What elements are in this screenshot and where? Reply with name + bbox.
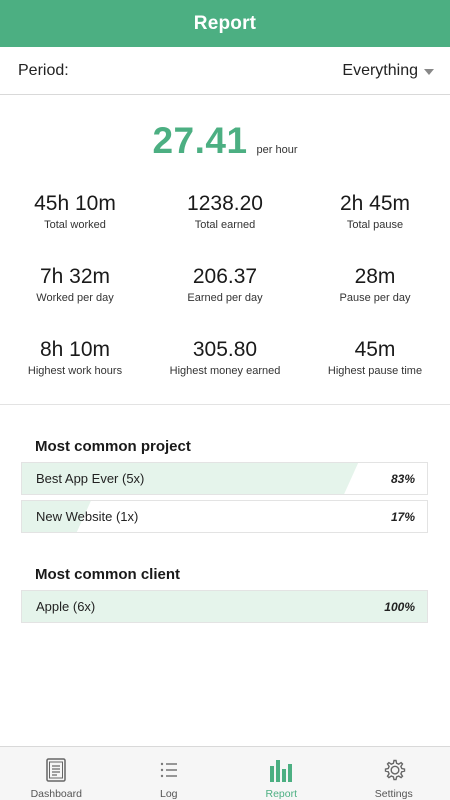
period-dropdown-value: Everything (342, 61, 418, 79)
stat-label: Pause per day (339, 292, 411, 304)
stat-total-worked: 45h 10m Total worked (0, 192, 150, 265)
stat-value: 305.80 (192, 338, 258, 361)
gear-icon (380, 756, 408, 784)
nav-item-log[interactable]: Log (113, 747, 226, 800)
period-dropdown[interactable]: Everything (342, 62, 434, 80)
stats-row: 45h 10m Total worked 1238.20 Total earne… (0, 192, 450, 265)
stat-earned-per-day: 206.37 Earned per day (150, 265, 300, 338)
client-bar-label: Apple (6x) (36, 599, 96, 614)
list-icon (155, 756, 183, 784)
stat-label: Highest money earned (169, 365, 281, 377)
stats-grid: 45h 10m Total worked 1238.20 Total earne… (0, 192, 450, 411)
section-divider (0, 404, 450, 405)
project-bar-percent: 17% (390, 509, 415, 524)
nav-item-report[interactable]: Report (225, 747, 338, 800)
period-label: Period: (18, 61, 69, 79)
bottom-nav: Dashboard Log Report Settings (0, 746, 450, 800)
stat-value: 2h 45m (339, 192, 411, 215)
stat-pause-per-day: 28m Pause per day (300, 265, 450, 338)
most-common-client-title: Most common client (35, 566, 181, 583)
stat-value: 45h 10m (34, 192, 116, 215)
hourly-rate-value: 27.41 (152, 120, 248, 161)
stat-total-earned: 1238.20 Total earned (150, 192, 300, 265)
stat-total-pause: 2h 45m Total pause (300, 192, 450, 265)
page-title: Report (193, 12, 257, 34)
period-row: Period: Everything (0, 47, 450, 95)
nav-label: Settings (374, 788, 413, 800)
caret-down-icon (424, 68, 434, 75)
client-bar-percent: 100% (384, 599, 415, 614)
stat-value: 1238.20 (187, 192, 263, 215)
hourly-rate: 27.41 per hour (0, 122, 450, 159)
nav-item-dashboard[interactable]: Dashboard (0, 747, 113, 800)
bar-chart-icon (267, 756, 295, 784)
project-bar-label: Best App Ever (5x) (36, 471, 145, 486)
stat-value: 28m (354, 265, 396, 288)
most-common-project-title: Most common project (35, 438, 191, 455)
stats-row: 7h 32m Worked per day 206.37 Earned per … (0, 265, 450, 338)
stat-label: Total pause (346, 219, 404, 231)
stat-label: Worked per day (36, 292, 114, 304)
stat-label: Earned per day (187, 292, 263, 304)
stat-label: Highest work hours (27, 365, 123, 377)
stat-highest-pause-time: 45m Highest pause time (300, 338, 450, 411)
app-bar: Report (0, 0, 450, 47)
project-bar-row[interactable]: New Website (1x) 17% (21, 500, 428, 533)
project-bar-percent: 83% (390, 471, 415, 486)
stat-value: 7h 32m (39, 265, 111, 288)
nav-label: Log (159, 788, 178, 800)
client-bar-row[interactable]: Apple (6x) 100% (21, 590, 428, 623)
stat-value: 206.37 (192, 265, 258, 288)
stat-highest-money-earned: 305.80 Highest money earned (150, 338, 300, 411)
nav-item-settings[interactable]: Settings (338, 747, 450, 800)
nav-label: Report (265, 788, 297, 800)
stat-label: Highest pause time (327, 365, 423, 377)
stat-value: 8h 10m (39, 338, 111, 361)
stat-worked-per-day: 7h 32m Worked per day (0, 265, 150, 338)
dashboard-icon (42, 756, 70, 784)
project-bar-label: New Website (1x) (36, 509, 139, 524)
nav-label: Dashboard (30, 788, 82, 800)
hourly-rate-unit: per hour (256, 144, 298, 156)
stat-label: Total worked (44, 219, 106, 231)
stat-highest-work-hours: 8h 10m Highest work hours (0, 338, 150, 411)
stats-row: 8h 10m Highest work hours 305.80 Highest… (0, 338, 450, 411)
stat-value: 45m (354, 338, 396, 361)
project-bar-row[interactable]: Best App Ever (5x) 83% (21, 462, 428, 495)
stat-label: Total earned (194, 219, 256, 231)
